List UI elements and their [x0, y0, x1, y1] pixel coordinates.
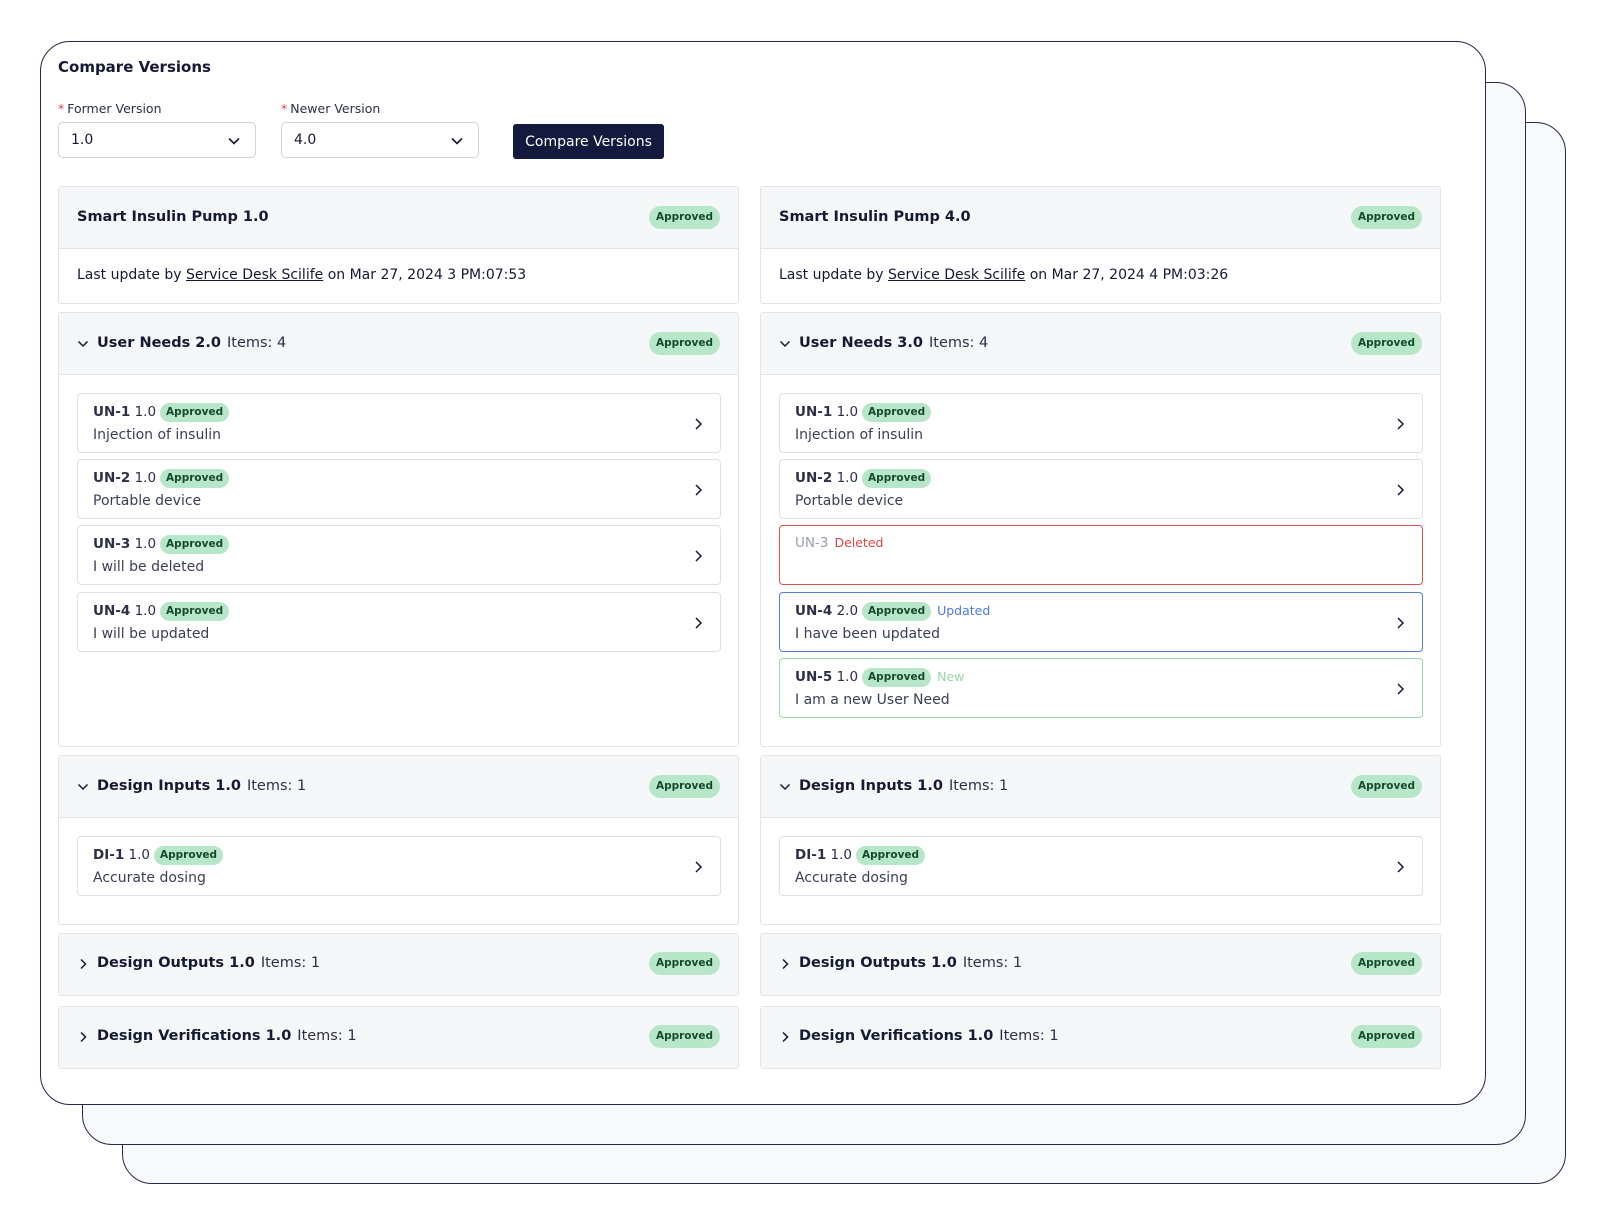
left-product-title: Smart Insulin Pump 1.0: [77, 209, 269, 225]
status-badge: Approved: [648, 1025, 720, 1048]
list-item[interactable]: UN-3 1.0 Approved I will be deleted: [77, 525, 721, 585]
list-item[interactable]: UN-2 1.0 Approved Portable device: [77, 459, 721, 519]
right-user-needs-header[interactable]: User Needs 3.0 Items: 4 Approved: [761, 313, 1440, 375]
left-updated-by-link[interactable]: Service Desk Scilife: [186, 267, 323, 283]
right-design-verifications-panel[interactable]: Design Verifications 1.0 Items: 1 Approve…: [760, 1006, 1441, 1069]
left-design-outputs-header[interactable]: Design Outputs 1.0 Items: 1 Approved: [59, 934, 738, 995]
list-item[interactable]: DI-1 1.0 Approved Accurate dosing: [779, 836, 1423, 896]
status-badge: Approved: [862, 469, 932, 488]
left-design-verifications-title: Design Verifications 1.0 Items: 1: [97, 1028, 357, 1044]
right-design-outputs-header[interactable]: Design Outputs 1.0 Items: 1 Approved: [761, 934, 1440, 995]
left-design-inputs-title: Design Inputs 1.0 Items: 1: [97, 778, 307, 794]
list-item[interactable]: DI-1 1.0 Approved Accurate dosing: [77, 836, 721, 896]
updated-tag: Updated: [937, 603, 991, 618]
left-design-verifications-panel[interactable]: Design Verifications 1.0 Items: 1 Approve…: [58, 1006, 739, 1069]
status-badge: Approved: [1350, 952, 1422, 975]
right-design-inputs-panel: Design Inputs 1.0 Items: 1 Approved DI-1 …: [760, 755, 1441, 925]
chevron-down-icon: [451, 137, 463, 145]
former-version-select[interactable]: 1.0: [58, 122, 256, 158]
list-item[interactable]: UN-1 1.0 Approved Injection of insulin: [77, 393, 721, 453]
compare-versions-button[interactable]: Compare Versions: [513, 124, 664, 159]
status-badge: Approved: [160, 602, 230, 621]
new-tag: New: [937, 669, 965, 684]
list-item[interactable]: UN-2 1.0 Approved Portable device: [779, 459, 1423, 519]
new-list-item[interactable]: UN-5 1.0 Approved New I am a new User Need: [779, 658, 1423, 718]
chevron-right-icon[interactable]: [692, 483, 704, 497]
right-product-panel: Smart Insulin Pump 4.0 Approved Last upd…: [760, 186, 1441, 304]
chevron-right-icon[interactable]: [1394, 682, 1406, 696]
right-product-title: Smart Insulin Pump 4.0: [779, 209, 971, 225]
chevron-right-icon[interactable]: [692, 616, 704, 630]
newer-version-value: 4.0: [294, 132, 317, 148]
right-product-header: Smart Insulin Pump 4.0 Approved: [761, 187, 1440, 249]
deleted-tag: Deleted: [834, 535, 884, 550]
chevron-right-icon[interactable]: [1394, 860, 1406, 874]
status-badge: Approved: [648, 206, 720, 229]
former-version-value: 1.0: [71, 132, 94, 148]
list-item[interactable]: UN-1 1.0 Approved Injection of insulin: [779, 393, 1423, 453]
left-user-needs-title: User Needs 2.0 Items: 4: [97, 335, 287, 351]
right-updated-by-link[interactable]: Service Desk Scilife: [888, 267, 1025, 283]
chevron-right-icon[interactable]: [692, 549, 704, 563]
status-badge: Approved: [862, 668, 932, 687]
chevron-right-icon[interactable]: [1394, 483, 1406, 497]
right-last-update: Last update by Service Desk Scilife on M…: [779, 267, 1229, 283]
left-product-header: Smart Insulin Pump 1.0 Approved: [59, 187, 738, 249]
left-design-verifications-header[interactable]: Design Verifications 1.0 Items: 1 Approve…: [59, 1007, 738, 1068]
right-design-inputs-title: Design Inputs 1.0 Items: 1: [799, 778, 1009, 794]
status-badge: Approved: [856, 846, 926, 865]
status-badge: Approved: [1350, 332, 1422, 355]
left-design-outputs-title: Design Outputs 1.0 Items: 1: [97, 955, 321, 971]
status-badge: Approved: [160, 403, 230, 422]
chevron-right-icon[interactable]: [1394, 417, 1406, 431]
status-badge: Approved: [1350, 1025, 1422, 1048]
status-badge: Approved: [648, 952, 720, 975]
former-version-label: * Former Version: [58, 101, 162, 116]
page-title: Compare Versions: [58, 58, 211, 76]
caret-right-icon[interactable]: [779, 958, 791, 970]
left-design-outputs-panel[interactable]: Design Outputs 1.0 Items: 1 Approved: [58, 933, 739, 996]
caret-down-icon[interactable]: [779, 781, 791, 793]
left-design-inputs-header[interactable]: Design Inputs 1.0 Items: 1 Approved: [59, 756, 738, 818]
status-badge: Approved: [160, 469, 230, 488]
newer-version-select[interactable]: 4.0: [281, 122, 479, 158]
chevron-right-icon[interactable]: [692, 860, 704, 874]
right-user-needs-panel: User Needs 3.0 Items: 4 Approved UN-1 1.0…: [760, 312, 1441, 747]
status-badge: Approved: [862, 602, 932, 621]
left-product-panel: Smart Insulin Pump 1.0 Approved Last upd…: [58, 186, 739, 304]
compare-versions-window: Compare Versions * Former Version 1.0 * Ne…: [40, 41, 1486, 1105]
status-badge: Approved: [648, 775, 720, 798]
chevron-right-icon[interactable]: [692, 417, 704, 431]
right-design-outputs-title: Design Outputs 1.0 Items: 1: [799, 955, 1023, 971]
right-design-outputs-panel[interactable]: Design Outputs 1.0 Items: 1 Approved: [760, 933, 1441, 996]
caret-right-icon[interactable]: [779, 1031, 791, 1043]
caret-right-icon[interactable]: [77, 1031, 89, 1043]
left-last-update: Last update by Service Desk Scilife on M…: [77, 267, 527, 283]
caret-down-icon[interactable]: [779, 338, 791, 350]
updated-list-item[interactable]: UN-4 2.0 Approved Updated I have been upda…: [779, 592, 1423, 652]
status-badge: Approved: [154, 846, 224, 865]
deleted-list-item: UN-3 Deleted: [779, 525, 1423, 585]
caret-down-icon[interactable]: [77, 781, 89, 793]
left-design-inputs-panel: Design Inputs 1.0 Items: 1 Approved DI-1 …: [58, 755, 739, 925]
caret-down-icon[interactable]: [77, 338, 89, 350]
left-user-needs-header[interactable]: User Needs 2.0 Items: 4 Approved: [59, 313, 738, 375]
status-badge: Approved: [648, 332, 720, 355]
list-item[interactable]: UN-4 1.0 Approved I will be updated: [77, 592, 721, 652]
chevron-right-icon[interactable]: [1394, 616, 1406, 630]
caret-right-icon[interactable]: [77, 958, 89, 970]
right-design-verifications-header[interactable]: Design Verifications 1.0 Items: 1 Approve…: [761, 1007, 1440, 1068]
chevron-down-icon: [228, 137, 240, 145]
right-design-verifications-title: Design Verifications 1.0 Items: 1: [799, 1028, 1059, 1044]
status-badge: Approved: [1350, 775, 1422, 798]
status-badge: Approved: [160, 535, 230, 554]
right-design-inputs-header[interactable]: Design Inputs 1.0 Items: 1 Approved: [761, 756, 1440, 818]
status-badge: Approved: [1350, 206, 1422, 229]
newer-version-label: * Newer Version: [281, 101, 381, 116]
status-badge: Approved: [862, 403, 932, 422]
left-user-needs-panel: User Needs 2.0 Items: 4 Approved UN-1 1.0…: [58, 312, 739, 747]
right-user-needs-title: User Needs 3.0 Items: 4: [799, 335, 989, 351]
